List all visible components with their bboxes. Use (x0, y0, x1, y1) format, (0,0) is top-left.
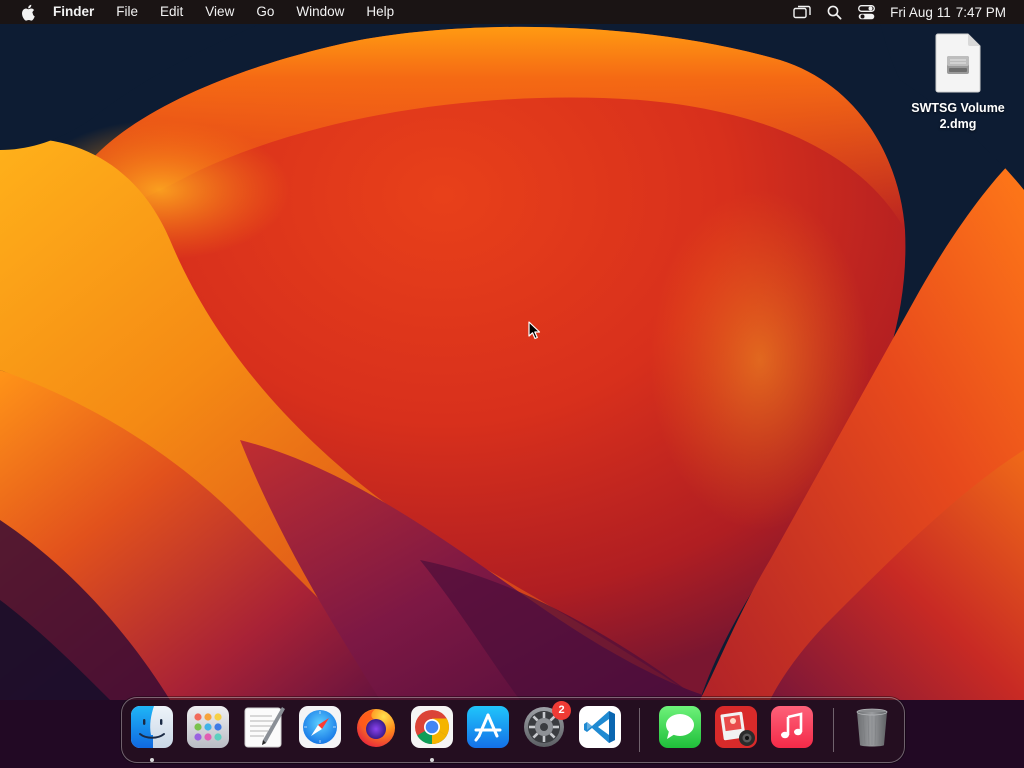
dock-app-system-settings[interactable]: 2 (522, 701, 571, 749)
dock-app-textedit[interactable] (242, 705, 286, 749)
spotlight-search-icon[interactable] (823, 0, 845, 24)
menu-bar-clock[interactable]: Fri Aug 11 7:47 PM (890, 5, 1006, 20)
dock-separator (639, 708, 640, 752)
safari-icon (299, 706, 341, 748)
trash-icon (856, 708, 888, 747)
textedit-icon (244, 707, 285, 748)
dock-app-app-store[interactable] (466, 705, 510, 749)
vscode-icon (579, 706, 621, 748)
dock-app-music[interactable] (770, 705, 814, 749)
dock-app-vscode[interactable] (578, 705, 622, 749)
desktop-wallpaper (0, 0, 1024, 768)
dock: 2 (121, 697, 905, 763)
menu-bar-status-area: Fri Aug 11 7:47 PM (786, 0, 1024, 24)
dock-trash[interactable] (850, 705, 894, 749)
menu-file[interactable]: File (105, 0, 149, 24)
photo-booth-icon (715, 706, 757, 748)
dock-app-chrome[interactable] (410, 705, 454, 762)
app-store-icon (467, 706, 509, 748)
menu-go[interactable]: Go (245, 0, 285, 24)
dock-app-firefox[interactable] (354, 705, 398, 749)
menu-help[interactable]: Help (355, 0, 405, 24)
notification-badge: 2 (552, 701, 571, 720)
disk-image-icon (934, 32, 982, 94)
control-center-icon[interactable] (855, 0, 877, 24)
apple-menu-icon[interactable] (18, 3, 36, 21)
dock-app-launchpad[interactable] (186, 705, 230, 749)
mouse-pointer-icon (528, 321, 542, 341)
menu-bar: Finder File Edit View Go Window Help Fri… (0, 0, 1024, 24)
desktop-icon-label: SWTSG Volume 2.dmg (911, 101, 1005, 131)
menu-window[interactable]: Window (285, 0, 355, 24)
running-indicator (150, 758, 154, 762)
dock-app-finder[interactable] (130, 705, 174, 762)
dock-separator (833, 708, 834, 752)
desktop-icon-swtsg-volume[interactable]: SWTSG Volume 2.dmg (906, 32, 1010, 132)
finder-icon (131, 706, 173, 748)
menu-view[interactable]: View (194, 0, 245, 24)
screen-mirroring-icon[interactable] (791, 0, 813, 24)
dock-app-photo-booth[interactable] (714, 705, 758, 749)
messages-icon (659, 706, 701, 748)
clock-time: 7:47 PM (955, 4, 1006, 20)
music-icon (771, 706, 813, 748)
launchpad-icon (187, 706, 229, 748)
running-indicator (430, 758, 434, 762)
dock-app-messages[interactable] (658, 705, 702, 749)
menu-app-finder[interactable]: Finder (53, 0, 105, 24)
clock-date: Fri Aug 11 (890, 4, 951, 20)
dock-app-safari[interactable] (298, 705, 342, 749)
menu-edit[interactable]: Edit (149, 0, 194, 24)
chrome-icon (411, 706, 453, 748)
firefox-icon (357, 709, 395, 747)
